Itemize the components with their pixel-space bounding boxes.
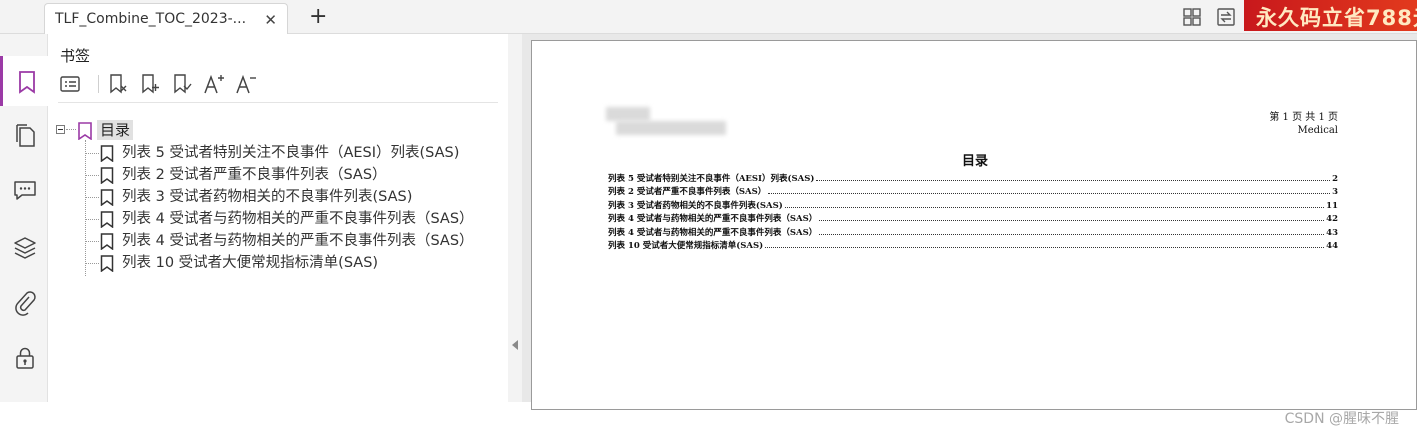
bookmark-item[interactable]: 列表 2 受试者严重不良事件列表（SAS）	[86, 164, 506, 186]
bookmark-root-label[interactable]: 目录	[97, 120, 134, 140]
rail-layers-button[interactable]	[0, 222, 48, 272]
toc-title: 目录	[961, 154, 988, 169]
bookmark-icon	[19, 71, 35, 94]
panel-divider	[58, 102, 498, 103]
toc-entry-page: 11	[1326, 200, 1338, 211]
comment-icon	[14, 181, 36, 200]
toc-entry-text: 列表 10 受试者大便常规指标清单(SAS)	[608, 241, 764, 251]
toc-entry-text: 列表 3 受试者药物相关的不良事件列表(SAS)	[608, 200, 783, 211]
bookmark-icon	[78, 122, 92, 140]
document-view[interactable]: 第 1 页 共 1 页 Medical 目录 列表 5 受试者特别关注不良事件（…	[522, 34, 1417, 427]
pages-icon	[16, 124, 35, 147]
header-company: Medical	[1297, 125, 1338, 136]
close-tab-icon[interactable]: ✕	[264, 11, 277, 29]
add-child-bookmark-icon[interactable]	[170, 72, 194, 96]
bookmark-item[interactable]: 列表 10 受试者大便常规指标清单(SAS)	[86, 252, 506, 274]
bookmark-panel: 书签 目录 列表 5 受试者特别关注不良事件（AESI）列表(SAS) 列表 2…	[48, 34, 508, 402]
rail-attachments-button[interactable]	[0, 277, 48, 327]
bookmark-toolbar	[58, 72, 498, 96]
toc-leader	[819, 220, 1325, 221]
toc-leader	[816, 179, 1331, 181]
bookmark-icon	[100, 145, 114, 162]
toc-entry-page: 3	[1332, 187, 1338, 197]
document-tab[interactable]: TLF_Combine_TOC_2023-... ✕	[44, 3, 288, 34]
toc-list: 列表 5 受试者特别关注不良事件（AESI）列表(SAS) 2 列表 2 受试者…	[608, 170, 1338, 252]
rail-pages-button[interactable]	[0, 109, 48, 159]
bookmark-item-label: 列表 3 受试者药物相关的不良事件列表(SAS)	[122, 189, 413, 205]
toc-leader	[819, 233, 1325, 235]
bookmark-item-label: 列表 10 受试者大便常规指标清单(SAS)	[122, 255, 379, 271]
toc-leader	[784, 206, 1325, 208]
bookmark-root[interactable]: 目录	[56, 120, 256, 142]
bookmark-icon	[100, 233, 114, 250]
tree-connector	[86, 219, 99, 220]
tree-connector	[86, 263, 99, 264]
font-decrease-icon[interactable]	[234, 72, 258, 96]
new-tab-button[interactable]: +	[309, 4, 327, 29]
redacted-logo	[606, 107, 650, 121]
bookmark-item-label: 列表 5 受试者特别关注不良事件（AESI）列表(SAS)	[122, 145, 460, 161]
layers-icon	[14, 237, 36, 259]
redacted-logo	[616, 121, 726, 135]
rail-security-button[interactable]	[0, 332, 48, 382]
tree-connector	[86, 241, 99, 242]
bookmark-icon	[100, 189, 114, 206]
bookmark-item[interactable]: 列表 4 受试者与药物相关的严重不良事件列表（SAS）	[86, 208, 506, 230]
toc-entry-page: 43	[1326, 227, 1338, 238]
grid-view-icon[interactable]	[1182, 7, 1202, 27]
bookmark-item-label: 列表 4 受试者与药物相关的严重不良事件列表（SAS）	[122, 233, 474, 249]
toc-entry-text: 列表 5 受试者特别关注不良事件（AESI）列表(SAS)	[608, 173, 815, 184]
toc-entry-page: 2	[1332, 173, 1338, 184]
lock-icon	[16, 347, 34, 369]
toc-entry[interactable]: 列表 10 受试者大便常规指标清单(SAS) 44	[608, 238, 1338, 251]
rail-bookmarks-button[interactable]	[0, 56, 48, 106]
toc-entry[interactable]: 列表 5 受试者特别关注不良事件（AESI）列表(SAS) 2	[608, 170, 1338, 184]
delete-bookmark-icon[interactable]	[106, 72, 130, 96]
toc-entry-text: 列表 2 受试者严重不良事件列表（SAS）	[608, 187, 767, 197]
bookmark-icon	[100, 167, 114, 184]
page-info: 第 1 页 共 1 页	[1269, 112, 1338, 123]
promo-text: 永久码立省788元	[1256, 6, 1417, 30]
bookmark-icon	[100, 211, 114, 228]
bookmark-item-label: 列表 2 受试者严重不良事件列表（SAS）	[122, 167, 387, 183]
bookmark-item[interactable]: 列表 5 受试者特别关注不良事件（AESI）列表(SAS)	[86, 142, 506, 164]
document-page[interactable]: 第 1 页 共 1 页 Medical 目录 列表 5 受试者特别关注不良事件（…	[531, 40, 1417, 410]
side-rail	[0, 34, 48, 402]
tab-bar: TLF_Combine_TOC_2023-... ✕ + 永久码立省788元	[0, 0, 1417, 34]
bookmark-item[interactable]: 列表 3 受试者药物相关的不良事件列表(SAS)	[86, 186, 506, 208]
toc-leader	[768, 193, 1331, 194]
bookmark-item[interactable]: 列表 4 受试者与药物相关的严重不良事件列表（SAS）	[86, 230, 506, 252]
page-header: 第 1 页 共 1 页 Medical	[1269, 111, 1338, 137]
panel-title: 书签	[60, 47, 91, 65]
collapse-panel-icon[interactable]	[512, 340, 518, 350]
bookmark-icon	[100, 255, 114, 272]
toc-entry[interactable]: 列表 2 受试者严重不良事件列表（SAS） 3	[608, 184, 1338, 197]
font-increase-icon[interactable]	[202, 72, 226, 96]
tab-title: TLF_Combine_TOC_2023-...	[55, 11, 247, 27]
promo-banner[interactable]: 永久码立省788元	[1244, 0, 1417, 31]
toc-entry[interactable]: 列表 4 受试者与药物相关的严重不良事件列表（SAS） 42	[608, 211, 1338, 224]
watermark: CSDN @腥味不腥	[1284, 411, 1399, 427]
tree-connector	[86, 153, 99, 154]
panel-splitter[interactable]	[508, 34, 522, 402]
tree-connector	[86, 175, 99, 176]
attachment-icon	[15, 291, 36, 316]
bookmark-item-label: 列表 4 受试者与药物相关的严重不良事件列表（SAS）	[122, 211, 474, 227]
add-bookmark-icon[interactable]	[138, 72, 162, 96]
collapse-toggle-icon[interactable]	[56, 125, 65, 134]
tree-connector	[66, 129, 76, 130]
toc-entry-text: 列表 4 受试者与药物相关的严重不良事件列表（SAS）	[608, 214, 818, 224]
tree-connector	[86, 197, 99, 198]
toc-entry-text: 列表 4 受试者与药物相关的严重不良事件列表（SAS）	[608, 227, 818, 238]
toc-entry[interactable]: 列表 3 受试者药物相关的不良事件列表(SAS) 11	[608, 197, 1338, 211]
toc-entry-page: 42	[1326, 214, 1338, 224]
toc-entry-page: 44	[1326, 241, 1338, 251]
compare-icon[interactable]	[1216, 7, 1236, 27]
bookmark-list-icon[interactable]	[58, 72, 82, 96]
rail-comments-button[interactable]	[0, 164, 48, 214]
toolbar-separator	[98, 75, 99, 93]
toc-leader	[765, 247, 1325, 248]
toc-entry[interactable]: 列表 4 受试者与药物相关的严重不良事件列表（SAS） 43	[608, 224, 1338, 238]
